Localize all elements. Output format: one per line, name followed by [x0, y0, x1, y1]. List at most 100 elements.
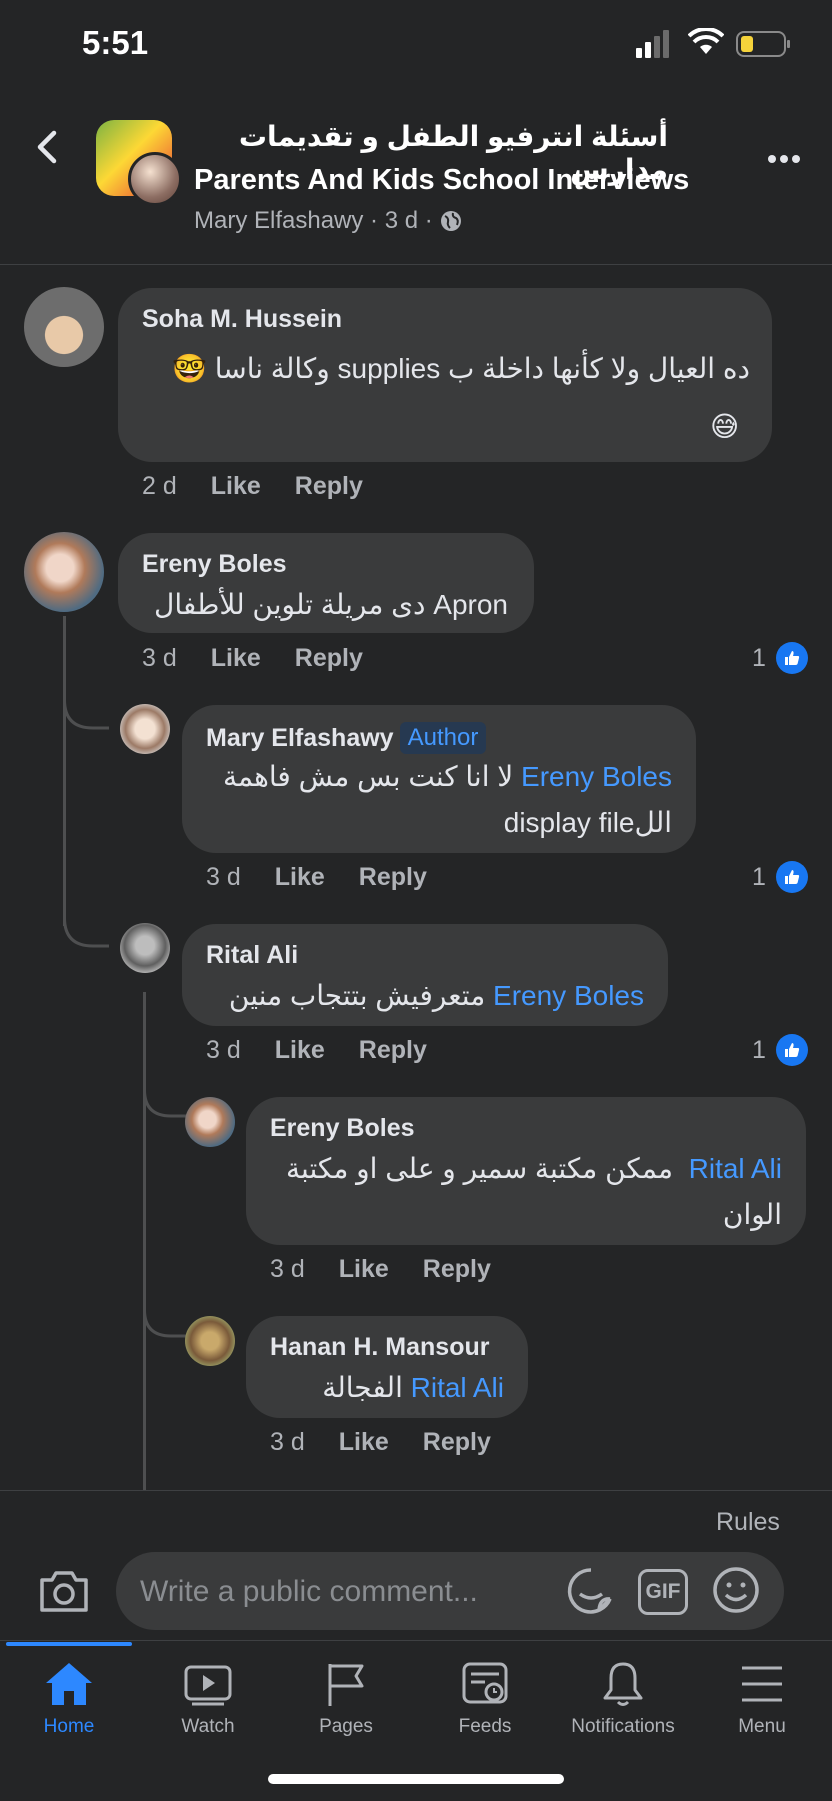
comment-actions: 3 d Like Reply: [270, 1255, 491, 1284]
mention-link[interactable]: Ereny Boles: [493, 980, 644, 1011]
like-button[interactable]: Like: [211, 472, 261, 501]
author-badge: Author: [399, 722, 487, 754]
comment-author[interactable]: Ereny Boles: [142, 550, 287, 579]
reply-button[interactable]: Reply: [359, 863, 427, 892]
like-count[interactable]: 1: [752, 642, 808, 674]
like-button[interactable]: Like: [275, 863, 325, 892]
tab-notifications[interactable]: Notifications: [554, 1660, 692, 1738]
comment-text-line: Ereny Boles متعرفيش بتتجاب منين: [206, 979, 644, 1012]
thread-connector: [63, 918, 109, 948]
thumbs-up-icon: [775, 861, 808, 893]
reply-button[interactable]: Reply: [295, 644, 363, 673]
thumbs-up-icon: [775, 642, 808, 674]
reply-button[interactable]: Reply: [359, 1036, 427, 1065]
mention-link[interactable]: Rital Ali: [411, 1372, 504, 1403]
comment-time[interactable]: 2 d: [142, 472, 177, 501]
avatar[interactable]: [120, 704, 170, 754]
watch-icon: [184, 1665, 232, 1706]
comment-author-row: Mary Elfashawy Author: [206, 722, 487, 754]
comment-text-line: Rital Ali ممكن مكتبة سمير و على او مكتبة: [270, 1152, 782, 1185]
globe-icon: [440, 211, 461, 231]
thread-connector: [143, 1090, 187, 1118]
avatar[interactable]: [120, 923, 170, 973]
mention-link[interactable]: Rital Ali: [689, 1153, 782, 1184]
comment-actions: 3 d Like Reply: [206, 863, 427, 892]
reply-button[interactable]: Reply: [295, 472, 363, 501]
reply-button[interactable]: Reply: [423, 1428, 491, 1457]
emoji-icon[interactable]: [712, 1566, 760, 1614]
more-options-button[interactable]: [766, 150, 802, 168]
tab-label: Notifications: [571, 1716, 675, 1737]
comment-author[interactable]: Rital Ali: [206, 941, 298, 970]
header-divider: [0, 264, 832, 265]
comment-time[interactable]: 3 d: [206, 1036, 241, 1065]
avatar[interactable]: [185, 1097, 235, 1147]
comment-author[interactable]: Hanan H. Mansour: [270, 1333, 489, 1362]
status-time: 5:51: [82, 24, 149, 61]
signal-icon: [636, 30, 669, 58]
back-arrow-icon[interactable]: [32, 130, 62, 164]
tab-label: Feeds: [458, 1716, 512, 1737]
home-icon: [46, 1663, 92, 1705]
comment-time[interactable]: 3 d: [270, 1255, 305, 1284]
tab-label: Menu: [738, 1716, 786, 1737]
comment-time[interactable]: 3 d: [142, 644, 177, 673]
thread-line: [143, 992, 146, 1490]
comment-emoji: 😅: [710, 411, 740, 442]
comment-time[interactable]: 3 d: [206, 863, 241, 892]
like-button[interactable]: Like: [211, 644, 261, 673]
comment-input-placeholder: Write a public comment...: [140, 1575, 478, 1608]
comment-actions: 3 d Like Reply: [270, 1428, 491, 1457]
tab-label: Home: [43, 1716, 95, 1737]
like-button[interactable]: Like: [339, 1255, 389, 1284]
avatar[interactable]: [24, 287, 104, 367]
menu-icon: [742, 1666, 782, 1702]
home-indicator: [268, 1774, 564, 1784]
mention-link[interactable]: Ereny Boles: [521, 761, 672, 792]
active-tab-indicator: [6, 1642, 132, 1646]
battery-icon: [736, 31, 790, 57]
tab-menu[interactable]: Menu: [693, 1660, 831, 1738]
author-avatar-small: [128, 152, 182, 206]
rules-link[interactable]: Rules: [716, 1508, 780, 1537]
comment-text: متعرفيش بتتجاب منين: [228, 980, 486, 1011]
tab-label: Pages: [319, 1716, 373, 1737]
thumbs-up-icon: [775, 1034, 808, 1066]
comment-text-line: Ereny Boles لا انا كنت بس مش فاهمة: [206, 760, 672, 793]
feeds-icon: [462, 1662, 508, 1704]
sticker-icon[interactable]: [566, 1566, 616, 1616]
tab-label: Watch: [181, 1716, 235, 1737]
wifi-icon: [688, 28, 724, 54]
comment-time[interactable]: 3 d: [270, 1428, 305, 1457]
bell-icon: [603, 1662, 643, 1706]
reply-button[interactable]: Reply: [423, 1255, 491, 1284]
avatar[interactable]: [24, 532, 104, 612]
like-count-number: 1: [752, 862, 766, 891]
comment-text: لا انا كنت بس مش فاهمة: [222, 761, 514, 792]
tab-pages[interactable]: Pages: [277, 1660, 415, 1738]
comment-text: display fileالل: [503, 807, 672, 838]
flag-icon: [328, 1664, 364, 1706]
like-count-number: 1: [752, 1035, 766, 1064]
like-count-number: 1: [752, 643, 766, 672]
gif-button[interactable]: GIF: [638, 1569, 688, 1615]
tab-home[interactable]: Home: [0, 1660, 138, 1738]
tab-watch[interactable]: Watch: [139, 1660, 277, 1738]
group-title-english[interactable]: Parents And Kids School Interviews: [194, 164, 689, 197]
like-count[interactable]: 1: [752, 861, 808, 893]
like-button[interactable]: Like: [339, 1428, 389, 1457]
comment-author[interactable]: Soha M. Hussein: [142, 305, 342, 334]
tab-feeds[interactable]: Feeds: [416, 1660, 554, 1738]
comment-text-line: Rital Ali الفجالة: [270, 1371, 504, 1404]
comment-author[interactable]: Mary Elfashawy: [206, 724, 394, 753]
like-count[interactable]: 1: [752, 1034, 808, 1066]
comment-text: Apron دى مريلة تلوين للأطفال: [154, 589, 508, 620]
like-button[interactable]: Like: [275, 1036, 325, 1065]
comment-actions: 3 d Like Reply: [142, 644, 363, 673]
camera-icon[interactable]: [38, 1568, 90, 1614]
avatar[interactable]: [185, 1316, 235, 1366]
comment-text: الفجالة: [322, 1372, 403, 1403]
comment-actions: 2 d Like Reply: [142, 472, 363, 501]
post-meta: Mary Elfashawy · 3 d ·: [194, 207, 463, 235]
comment-author[interactable]: Ereny Boles: [270, 1114, 415, 1143]
